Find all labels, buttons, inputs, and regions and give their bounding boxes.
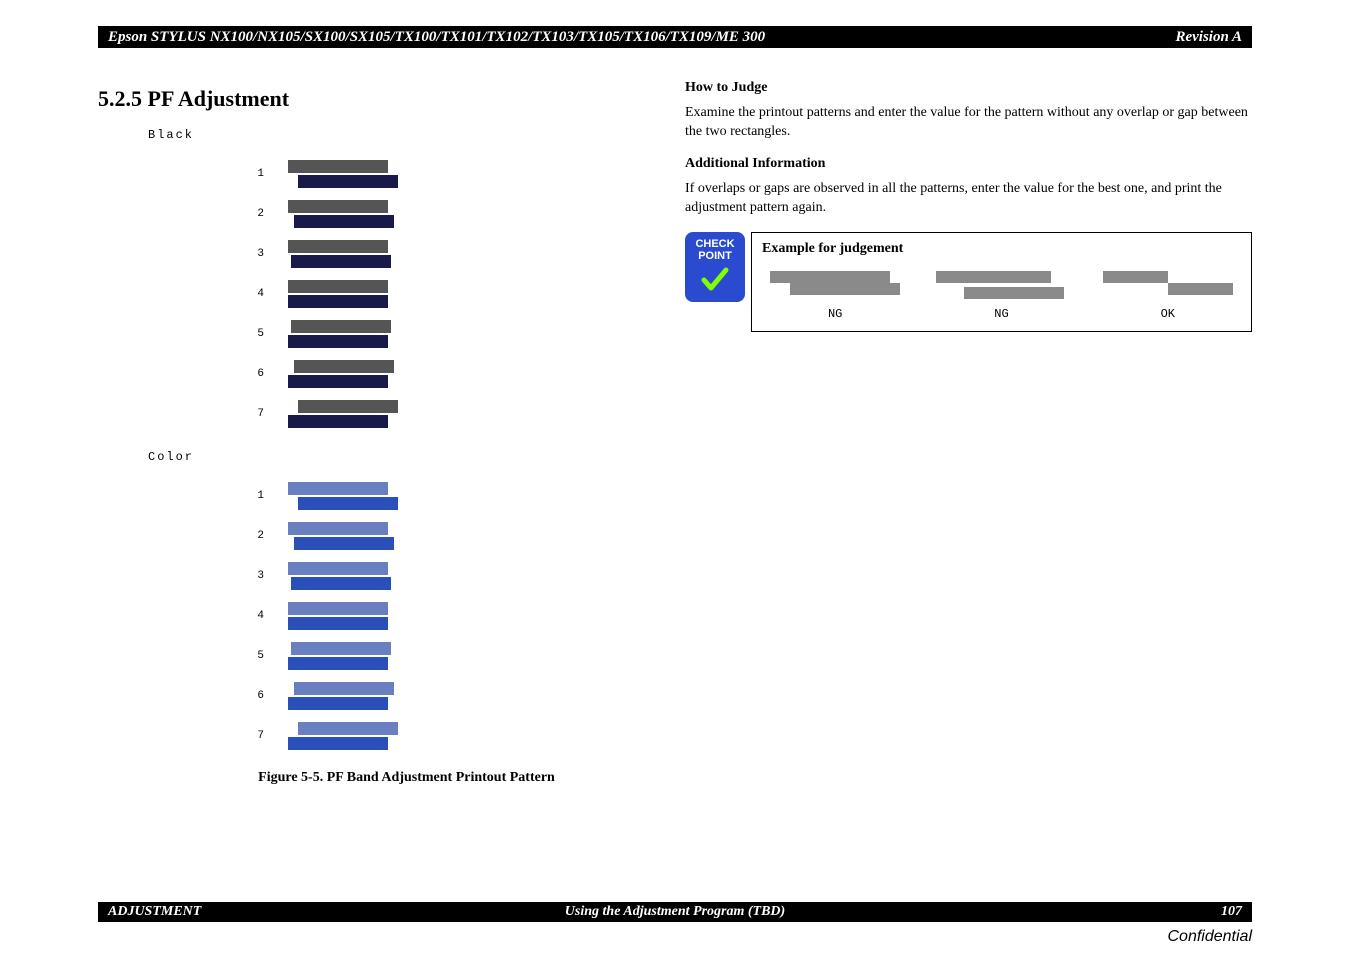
pattern-row: 2 (148, 194, 655, 234)
content-area: 5.2.5 PF Adjustment Black 1 2 3 4 5 6 7 … (98, 80, 1252, 894)
example-ng-overlap: NG (770, 267, 900, 321)
pattern-row: 7 (148, 716, 655, 756)
example-ok: OK (1103, 267, 1233, 321)
pattern-num: 1 (148, 490, 288, 502)
pattern-row: 6 (148, 676, 655, 716)
checkpoint-badge-line2: POINT (698, 250, 732, 262)
pattern-num: 5 (148, 328, 288, 340)
pattern-num: 5 (148, 650, 288, 662)
figure-caption: Figure 5-5. PF Band Adjustment Printout … (158, 770, 655, 786)
group-label-black: Black (148, 128, 655, 142)
pattern-row: 5 (148, 636, 655, 676)
pattern-row: 2 (148, 516, 655, 556)
example-label: NG (994, 307, 1008, 321)
footer-page-number: 107 (1221, 904, 1242, 920)
header-title: Epson STYLUS NX100/NX105/SX100/SX105/TX1… (108, 29, 765, 46)
pattern-row: 3 (148, 556, 655, 596)
pattern-num: 2 (148, 530, 288, 542)
checkpoint-badge-line1: CHECK (695, 238, 734, 250)
pattern-num: 3 (148, 570, 288, 582)
pattern-area: Black 1 2 3 4 5 6 7 Color 1 2 3 4 5 6 7 (148, 128, 655, 756)
how-to-judge-para: Examine the printout patterns and enter … (685, 104, 1252, 142)
pattern-num: 2 (148, 208, 288, 220)
checkpoint-examples: NG NG OK (762, 267, 1241, 321)
pattern-num: 3 (148, 248, 288, 260)
footer-center: Using the Adjustment Program (TBD) (98, 904, 1252, 920)
left-column: 5.2.5 PF Adjustment Black 1 2 3 4 5 6 7 … (98, 80, 675, 894)
pattern-row: 6 (148, 354, 655, 394)
pattern-num: 4 (148, 610, 288, 622)
checkpoint-block: CHECK POINT Example for judgement NG NG (685, 232, 1252, 332)
pattern-row: 3 (148, 234, 655, 274)
example-label: NG (828, 307, 842, 321)
pattern-row: 4 (148, 274, 655, 314)
example-ng-gap: NG (936, 267, 1066, 321)
pattern-row: 1 (148, 476, 655, 516)
checkpoint-box-title: Example for judgement (762, 241, 1241, 257)
pattern-num: 7 (148, 730, 288, 742)
pattern-num: 6 (148, 368, 288, 380)
right-column: How to Judge Examine the printout patter… (675, 80, 1252, 894)
example-label: OK (1161, 307, 1175, 321)
pattern-num: 7 (148, 408, 288, 420)
pattern-num: 6 (148, 690, 288, 702)
additional-info-para: If overlaps or gaps are observed in all … (685, 180, 1252, 218)
check-icon (700, 266, 730, 294)
pattern-row: 5 (148, 314, 655, 354)
section-heading: 5.2.5 PF Adjustment (98, 86, 655, 112)
header-revision: Revision A (1175, 29, 1242, 46)
group-label-color: Color (148, 450, 655, 464)
checkpoint-badge: CHECK POINT (685, 232, 745, 302)
pattern-num: 4 (148, 288, 288, 300)
pattern-row: 4 (148, 596, 655, 636)
pattern-row: 1 (148, 154, 655, 194)
checkpoint-box: Example for judgement NG NG OK (751, 232, 1252, 332)
header-bar: Epson STYLUS NX100/NX105/SX100/SX105/TX1… (98, 26, 1252, 48)
footer-bar: ADJUSTMENT Using the Adjustment Program … (98, 902, 1252, 922)
pattern-num: 1 (148, 168, 288, 180)
confidential-label: Confidential (1168, 928, 1253, 946)
pattern-row: 7 (148, 394, 655, 434)
how-to-judge-heading: How to Judge (685, 80, 1252, 96)
additional-info-heading: Additional Information (685, 156, 1252, 172)
